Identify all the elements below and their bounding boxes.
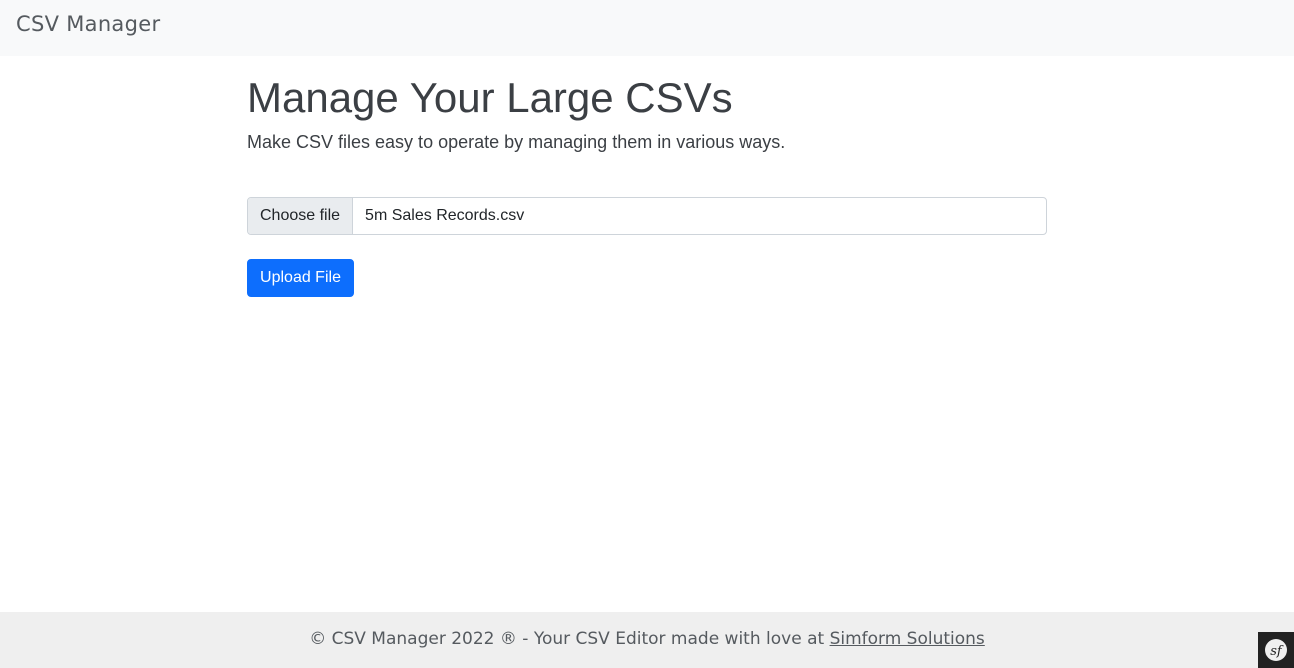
main-content: Manage Your Large CSVs Make CSV files ea…	[247, 72, 1047, 297]
page-subtitle: Make CSV files easy to operate by managi…	[247, 132, 786, 152]
navbar-brand[interactable]: CSV Manager	[16, 12, 160, 36]
page-title: Manage Your Large CSVs	[247, 74, 733, 121]
footer-text: © CSV Manager 2022 ® - Your CSV Editor m…	[309, 629, 830, 649]
navbar: CSV Manager	[0, 0, 1294, 56]
footer-link-simform[interactable]: Simform Solutions	[830, 629, 985, 649]
file-input[interactable]: Choose file 5m Sales Records.csv	[247, 197, 1047, 235]
upload-file-button[interactable]: Upload File	[247, 259, 354, 297]
choose-file-button[interactable]: Choose file	[248, 198, 354, 234]
debug-toolbar-toggle[interactable]: sf	[1258, 632, 1294, 668]
symfony-icon: sf	[1265, 639, 1287, 661]
selected-file-name: 5m Sales Records.csv	[365, 207, 525, 224]
footer: © CSV Manager 2022 ® - Your CSV Editor m…	[0, 612, 1294, 668]
